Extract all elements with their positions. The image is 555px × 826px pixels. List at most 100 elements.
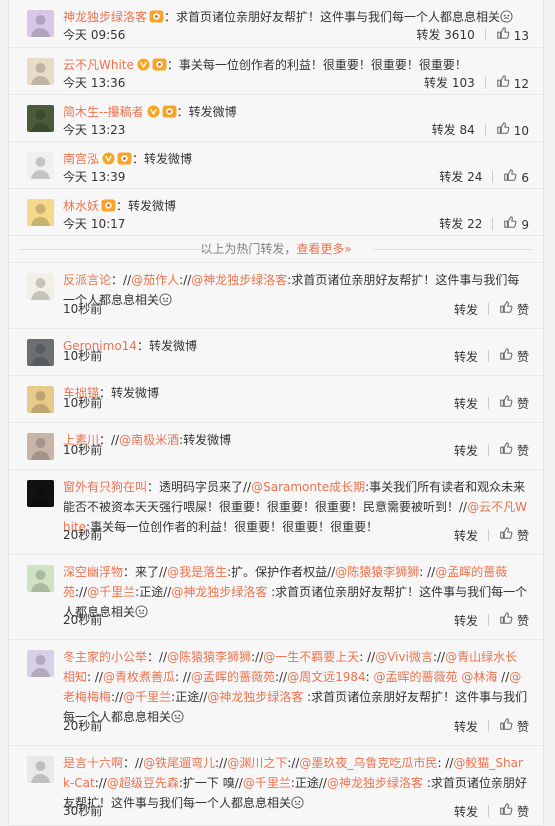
user-avatar[interactable] [27, 199, 54, 226]
user-mention-link[interactable]: @Vivi微言 [375, 650, 433, 664]
repost-button[interactable]: 转发 24 [439, 168, 482, 185]
user-mention-link[interactable]: @青枚煮善瓜 [103, 670, 175, 684]
user-mention-link[interactable]: @千里兰 [123, 690, 171, 704]
repost-count: 3610 [444, 28, 475, 42]
user-mention-link[interactable]: @千里兰 [87, 585, 135, 599]
like-button[interactable]: 12 [496, 74, 529, 91]
user-mention-link[interactable]: @铁尾遛弯儿 [143, 756, 215, 770]
user-mention-link[interactable]: @南极米酒 [119, 433, 179, 447]
repost-button[interactable]: 转发 [454, 803, 478, 820]
like-button[interactable]: 赞 [499, 717, 529, 735]
user-mention-link[interactable]: @茄作人 [131, 273, 179, 287]
repost-label: 转发 [416, 28, 445, 42]
user-avatar[interactable] [27, 433, 54, 460]
user-mention-link[interactable]: @千里兰 [243, 776, 291, 790]
like-button[interactable]: 赞 [499, 611, 529, 629]
user-mention-link[interactable]: @超级豆先森 [107, 776, 179, 790]
user-avatar[interactable] [27, 58, 54, 85]
repost-button[interactable]: 转发 103 [424, 74, 475, 91]
repost-message: :转发微博 [179, 433, 232, 447]
like-button[interactable]: 10 [496, 121, 529, 138]
user-avatar[interactable] [27, 10, 54, 37]
repost-button[interactable]: 转发 [454, 718, 478, 735]
user-avatar[interactable] [27, 339, 54, 366]
user-mention-link[interactable]: @林海 [461, 670, 497, 684]
user-avatar[interactable] [27, 386, 54, 413]
user-name-link[interactable]: 神龙独步绿洛客 [63, 10, 147, 24]
user-name-link[interactable]: 反派言论 [63, 273, 111, 287]
user-mention-link[interactable]: @神龙独步绿洛客 [327, 776, 423, 790]
face-emoji-icon [171, 709, 184, 723]
user-avatar[interactable] [27, 480, 54, 507]
repost-count: 24 [467, 170, 483, 184]
repost-message: :扩一下 嗅// [178, 776, 243, 790]
hot-repost-item: 云不凡White ：事关每一位创作者的利益！很重要！很重要！很重要！ 今天 13:3… [9, 48, 543, 95]
like-button[interactable]: 赞 [499, 300, 529, 318]
repost-message: :// [111, 690, 124, 704]
repost-count: 22 [467, 217, 483, 231]
user-name-link[interactable]: 窗外有只狗在叫 [63, 480, 147, 494]
repost-button[interactable]: 转发 [454, 301, 478, 318]
user-mention-link[interactable]: @神龙独步绿洛客 [191, 273, 287, 287]
user-mention-link[interactable]: @孟晖的蔷薇苑 [374, 670, 458, 684]
view-more-link[interactable]: 查看更多» [296, 242, 351, 256]
repost-message: // [123, 273, 132, 287]
thumbs-up-icon [499, 347, 513, 361]
user-name-link[interactable]: 林水妖 [63, 199, 99, 213]
user-avatar[interactable] [27, 273, 54, 300]
user-mention-link[interactable]: @神龙独步绿洛客 [171, 585, 267, 599]
user-name-link[interactable]: 是言十六啊 [63, 756, 123, 770]
like-count: 6 [521, 171, 529, 185]
repost-message: : // [87, 670, 103, 684]
repost-item: 是言十六啊：//@铁尾遛弯儿://@渊川之下://@墨玖夜_乌鲁克吃瓜市民: /… [9, 746, 543, 826]
user-mention-link[interactable]: @周文远1984 [287, 670, 366, 684]
user-avatar[interactable] [27, 756, 54, 783]
user-mention-link[interactable]: @渊川之下 [227, 756, 287, 770]
user-avatar[interactable] [27, 565, 54, 592]
user-mention-link[interactable]: @一生不羁要上天 [263, 650, 359, 664]
user-name-link[interactable]: 南宫泓 [63, 152, 99, 166]
like-button[interactable]: 赞 [499, 441, 529, 459]
user-name-link[interactable]: 深空幽浮物 [63, 565, 123, 579]
repost-actions: 转发 赞 [454, 300, 529, 318]
repost-text: 神龙独步绿洛客 ：求首页诸位亲朋好友帮扩！这件事与我们每一个人都息息相关 [63, 7, 529, 27]
like-button[interactable]: 6 [503, 168, 529, 185]
like-button[interactable]: 9 [503, 215, 529, 232]
user-mention-link[interactable]: @孟晖的蔷薇苑 [191, 670, 275, 684]
repost-message: : // [437, 756, 454, 770]
repost-button[interactable]: 转发 [454, 442, 478, 459]
repost-button[interactable]: 转发 84 [432, 121, 475, 138]
like-button[interactable]: 13 [496, 26, 529, 43]
user-avatar[interactable] [27, 152, 54, 179]
like-label: 赞 [516, 397, 529, 411]
like-button[interactable]: 赞 [499, 526, 529, 544]
user-avatar[interactable] [27, 105, 54, 132]
user-avatar[interactable] [27, 650, 54, 677]
vip-level-icon [162, 104, 177, 118]
repost-button[interactable]: 转发 [454, 612, 478, 629]
user-mention-link[interactable]: @陈猿猿李狮狮 [167, 650, 251, 664]
repost-actions: 转发 赞 [454, 526, 529, 544]
user-mention-link[interactable]: @陈猿猿李狮狮 [335, 565, 419, 579]
like-button[interactable]: 赞 [499, 802, 529, 820]
repost-button[interactable]: 转发 3610 [416, 26, 474, 43]
user-name-link[interactable]: 云不凡White [63, 58, 134, 72]
repost-message: ：// [147, 650, 168, 664]
repost-button[interactable]: 转发 [454, 395, 478, 412]
face-emoji-icon [291, 795, 304, 809]
repost-button[interactable]: 转发 [454, 527, 478, 544]
user-mention-link[interactable]: @我是落生 [167, 565, 227, 579]
repost-text: 云不凡White ：事关每一位创作者的利益！很重要！很重要！很重要！ [63, 55, 529, 75]
repost-button[interactable]: 转发 [454, 348, 478, 365]
repost-button[interactable]: 转发 22 [439, 215, 482, 232]
like-button[interactable]: 赞 [499, 347, 529, 365]
like-button[interactable]: 赞 [499, 394, 529, 412]
action-divider [487, 805, 489, 817]
user-mention-link[interactable]: @神龙独步绿洛客 [207, 690, 303, 704]
user-name-link[interactable]: 简木生--攥稿者 [63, 105, 144, 119]
user-mention-link[interactable]: @Saramonte成长期 [251, 480, 365, 494]
user-name-link[interactable]: 冬主家的小公举 [63, 650, 147, 664]
hot-repost-item: 神龙独步绿洛客 ：求首页诸位亲朋好友帮扩！这件事与我们每一个人都息息相关 今天 09… [9, 0, 543, 48]
user-mention-link[interactable]: @墨玖夜_乌鲁克吃瓜市民 [299, 756, 437, 770]
repost-time: 今天 10:17 [63, 217, 126, 231]
